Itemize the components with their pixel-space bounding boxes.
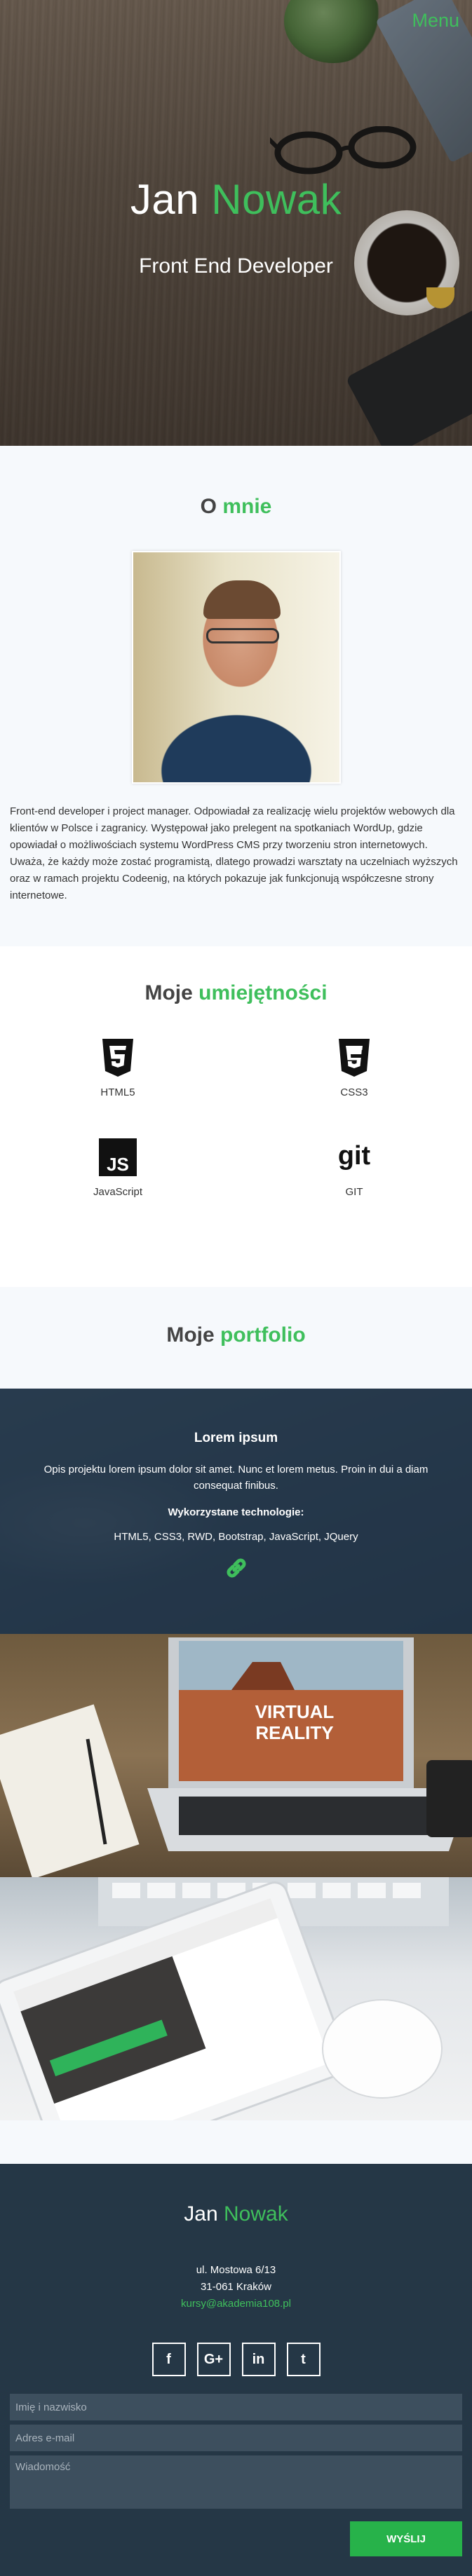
project-title: Lorem ipsum	[194, 1431, 278, 1445]
svg-text:git: git	[338, 1141, 371, 1171]
portfolio-item-vr[interactable]: VIRTUAL REALITY	[0, 1634, 472, 1877]
address-street: ul. Mostowa 6/13	[196, 2264, 276, 2276]
portfolio-title-plain: Moje	[166, 1323, 215, 1347]
top-nav: Menu	[0, 0, 472, 41]
email-link[interactable]: kursy@akademia108.pl	[0, 2296, 472, 2312]
css3-icon	[335, 1037, 373, 1078]
portfolio-item-details: Lorem ipsum Opis projektu lorem ipsum do…	[0, 1431, 472, 1581]
about-title: O mnie	[0, 495, 472, 519]
skill-label: HTML5	[100, 1086, 135, 1098]
skill-item-css3: CSS3	[284, 1037, 424, 1098]
send-button[interactable]: WYŚLIJ	[350, 2521, 462, 2556]
profile-photo	[132, 551, 341, 784]
about-section: O mnie Front-end developer i project man…	[0, 446, 472, 946]
email-input[interactable]	[10, 2425, 462, 2451]
about-title-accent: mnie	[222, 495, 272, 518]
skill-label: JavaScript	[93, 1186, 143, 1198]
project-tech-list: HTML5, CSS3, RWD, Bootstrap, JavaScript,…	[114, 1531, 358, 1543]
tablet-image	[0, 1877, 449, 2120]
portfolio-item-hover[interactable]: Lorem ipsum Opis projektu lorem ipsum do…	[0, 1389, 472, 1634]
footer-first-name: Jan	[184, 2202, 218, 2226]
hero-title: Jan Nowak	[0, 175, 472, 224]
skill-item-git: git GIT	[284, 1137, 424, 1198]
portfolio-item-tablet[interactable]	[0, 1877, 472, 2120]
skills-title: Moje umiejętności	[0, 981, 472, 1005]
message-input[interactable]	[10, 2455, 462, 2509]
address-city: 31-061 Kraków	[201, 2281, 271, 2293]
skills-title-accent: umiejętności	[198, 981, 328, 1004]
portfolio-section: Moje portfolio	[0, 1287, 472, 1389]
project-description: Opis projektu lorem ipsum dolor sit amet…	[43, 1464, 429, 1492]
linkedin-icon[interactable]: in	[241, 2343, 276, 2376]
hero-last-name: Nowak	[211, 176, 342, 223]
google-plus-icon[interactable]: G+	[196, 2343, 231, 2376]
skill-item-html5: HTML5	[48, 1037, 188, 1098]
javascript-icon: JS	[99, 1137, 137, 1178]
footer-address: ul. Mostowa 6/13 31-061 Kraków kursy@aka…	[0, 2262, 472, 2312]
html5-icon	[99, 1037, 137, 1078]
git-icon: git	[335, 1137, 373, 1178]
name-input[interactable]	[10, 2394, 462, 2420]
footer-name: Jan Nowak	[0, 2202, 472, 2226]
portfolio-title-accent: portfolio	[220, 1323, 306, 1347]
skills-title-plain: Moje	[144, 981, 193, 1004]
skill-label: CSS3	[340, 1086, 368, 1098]
laptop-vr-image: VIRTUAL REALITY	[0, 1637, 472, 1877]
footer-last-name: Nowak	[224, 2202, 288, 2226]
project-tech-heading: Wykorzystane technologie:	[168, 1506, 304, 1518]
footer-section: Jan Nowak ul. Mostowa 6/13 31-061 Kraków…	[0, 2164, 472, 2576]
contact-form: WYŚLIJ	[10, 2394, 462, 2556]
facebook-icon[interactable]: f	[151, 2343, 186, 2376]
twitter-icon[interactable]: t	[286, 2343, 321, 2376]
hero-subtitle: Front End Developer	[139, 254, 333, 278]
svg-text:VIRTUAL: VIRTUAL	[255, 1701, 335, 1722]
svg-text:REALITY: REALITY	[255, 1722, 333, 1743]
hero-section: Jan Nowak Front End Developer	[0, 0, 472, 446]
about-text: Front-end developer i project manager. O…	[10, 805, 458, 901]
portfolio-title: Moje portfolio	[0, 1323, 472, 1347]
social-links: f G+ in t	[0, 2343, 472, 2376]
skills-section: Moje umiejętności HTML5 CSS3 JS JavaScri…	[0, 946, 472, 1287]
menu-button[interactable]: Menu	[412, 10, 459, 32]
hero-first-name: Jan	[130, 176, 200, 223]
link-icon[interactable]	[224, 1555, 249, 1581]
skill-item-javascript: JS JavaScript	[48, 1137, 188, 1198]
skill-label: GIT	[345, 1186, 363, 1198]
svg-text:JS: JS	[107, 1154, 129, 1175]
about-title-plain: O	[200, 495, 217, 518]
